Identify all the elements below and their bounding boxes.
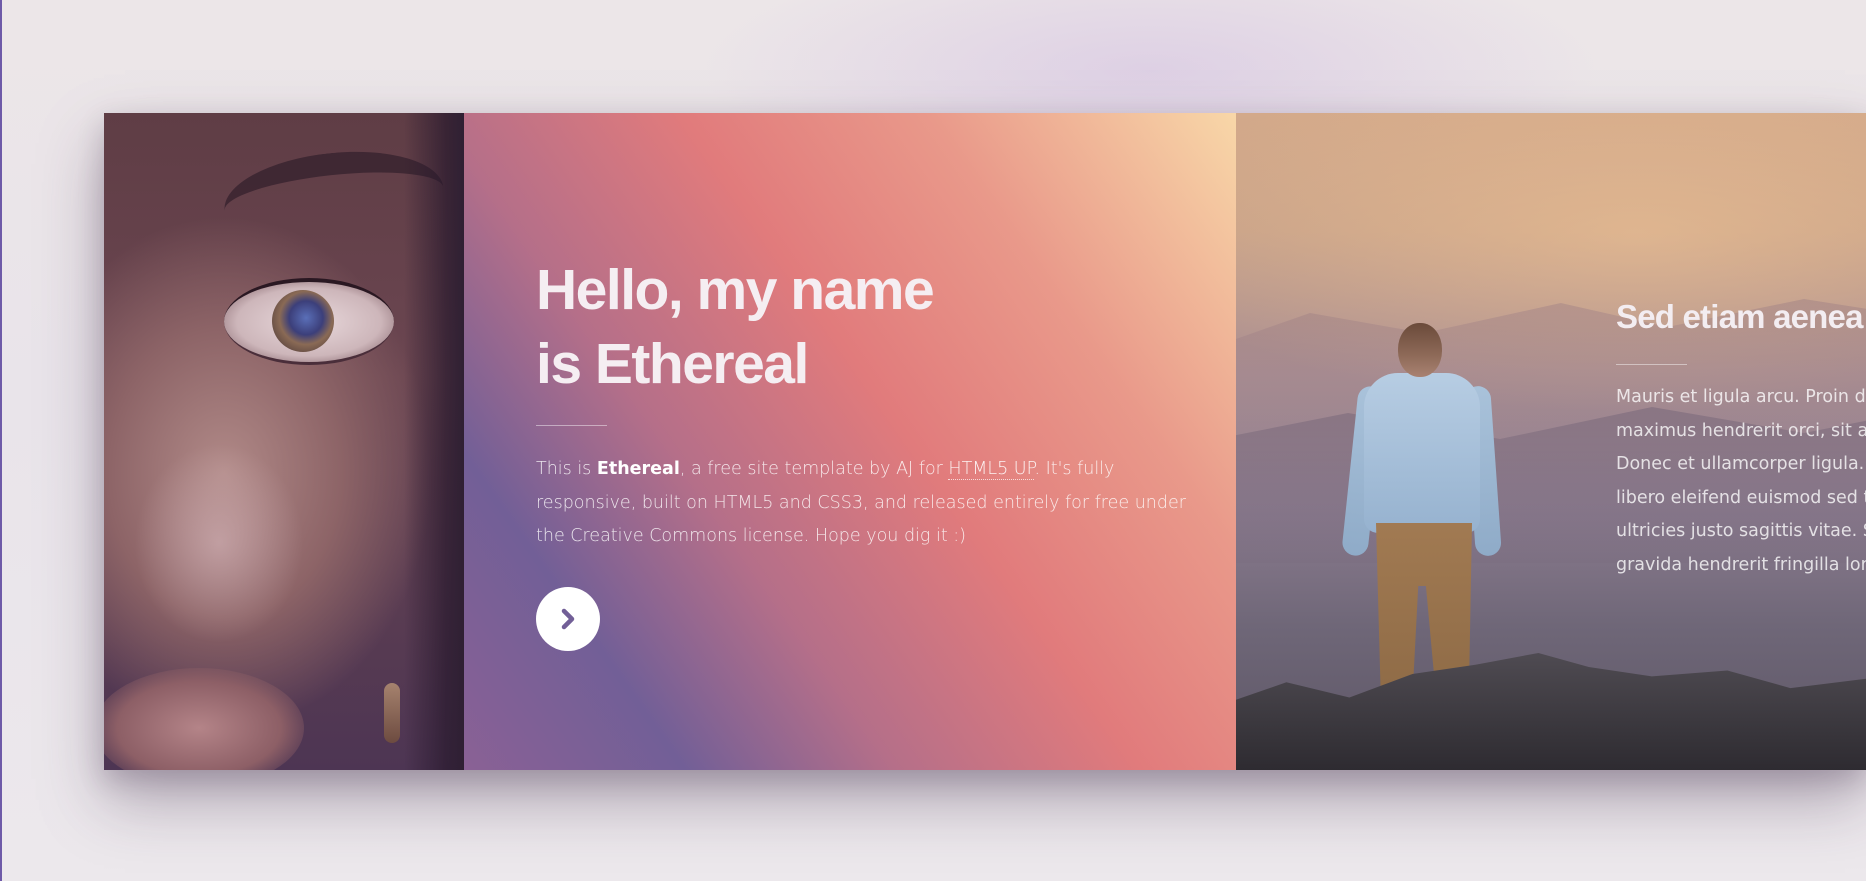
portrait-nose [134,443,304,643]
portrait-shadow [404,113,464,770]
hiker-head [1398,323,1442,377]
portrait-eye [224,278,394,365]
intro-text-mid: , a free site template by AJ for [679,459,949,479]
feature-line: Donec et ullamcorper ligula. Su [1616,454,1866,474]
portrait-lips [104,668,304,770]
intro-brand-name: Ethereal [596,459,680,479]
feature-line: Mauris et ligula arcu. Proin dap [1616,387,1866,407]
feature-line: gravida hendrerit fringilla lorem [1616,554,1866,575]
next-button[interactable] [536,587,600,651]
feature-line: ultricies justo sagittis vitae. Sed [1616,521,1866,541]
intro-title-line2: is Ethereal [536,332,809,396]
portrait-earring [384,683,400,743]
intro-divider [536,425,607,426]
feature-line: libero eleifend euismod sed tri [1616,487,1866,508]
portrait-iris [272,290,334,352]
intro-title: Hello, my name is Ethereal [536,253,1056,401]
portrait-image [104,113,464,770]
feature-divider [1616,364,1687,365]
feature-description: Mauris et ligula arcu. Proin dap maximus… [1616,381,1866,582]
hiker-figure [1341,208,1502,748]
intro-description: This is Ethereal, a free site template b… [536,453,1196,554]
feature-title: Sed etiam aenea [1616,298,1863,335]
rocky-summit [1236,653,1866,770]
intro-title-line1: Hello, my name [536,258,935,322]
intro-panel: Hello, my name is Ethereal This is Ethere… [464,113,1236,770]
hiker-torso [1364,373,1480,533]
window-left-edge [0,0,2,881]
html5up-link[interactable]: HTML5 UP [948,459,1035,480]
feature-panel: Sed etiam aenea Mauris et ligula arcu. P… [1236,113,1866,770]
chevron-right-icon [561,608,575,630]
intro-text-prefix: This is [536,459,597,479]
feature-line: maximus hendrerit orci, sit am [1616,420,1866,441]
horizontal-scroll-wrapper[interactable]: Hello, my name is Ethereal This is Ethere… [104,113,1866,770]
